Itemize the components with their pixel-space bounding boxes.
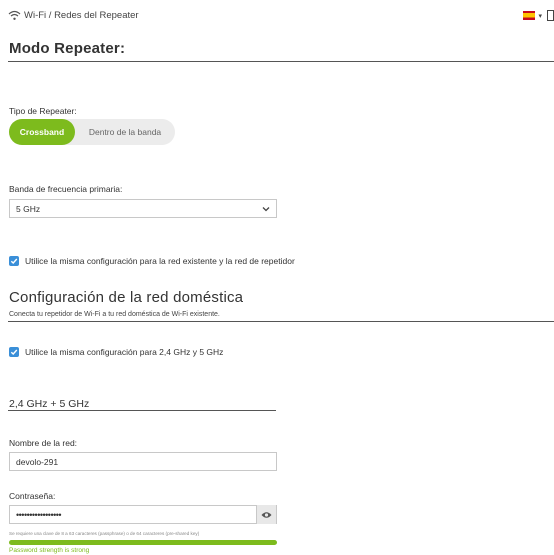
home-network-title: Configuración de la red doméstica bbox=[9, 289, 244, 306]
spain-flag-icon bbox=[523, 11, 536, 20]
repeater-type-toggle[interactable]: Crossband Dentro de la banda bbox=[9, 119, 175, 145]
same-config-bands-label: Utilice la misma configuración para 2,4 … bbox=[25, 347, 224, 357]
option-in-band[interactable]: Dentro de la banda bbox=[75, 119, 175, 145]
document-icon[interactable] bbox=[547, 10, 554, 21]
wifi-icon bbox=[8, 10, 21, 21]
network-name-input[interactable]: devolo-291 bbox=[9, 452, 277, 471]
band-section-title: 2,4 GHz + 5 GHz bbox=[9, 398, 90, 410]
divider bbox=[8, 321, 554, 322]
password-strength-text: Password strength is strong bbox=[9, 547, 90, 554]
same-config-bands-checkbox[interactable] bbox=[9, 347, 19, 357]
same-config-networks-label: Utilice la misma configuración para la r… bbox=[25, 256, 295, 266]
network-name-label: Nombre de la red: bbox=[9, 438, 78, 448]
eye-icon[interactable] bbox=[256, 505, 276, 524]
password-label: Contraseña: bbox=[9, 491, 56, 501]
chevron-down-icon bbox=[262, 205, 270, 213]
repeater-type-label: Tipo de Repeater: bbox=[9, 106, 77, 116]
home-network-subtitle: Conecta tu repetidor de Wi-Fi a tu red d… bbox=[9, 311, 220, 318]
same-config-networks-checkbox[interactable] bbox=[9, 256, 19, 266]
divider bbox=[8, 410, 276, 411]
password-hint: Se requiere una clave de 8 a 63 caracter… bbox=[9, 531, 200, 536]
divider bbox=[8, 61, 554, 62]
same-config-networks-row[interactable]: Utilice la misma configuración para la r… bbox=[9, 256, 295, 266]
network-name-value: devolo-291 bbox=[16, 456, 59, 467]
password-input[interactable]: ••••••••••••••••• bbox=[9, 505, 277, 524]
frequency-band-value: 5 GHz bbox=[16, 203, 41, 214]
option-crossband[interactable]: Crossband bbox=[9, 119, 75, 145]
password-value: ••••••••••••••••• bbox=[16, 509, 62, 520]
repeater-mode-title: Modo Repeater: bbox=[9, 40, 126, 57]
password-strength-bar bbox=[9, 540, 277, 545]
same-config-bands-row[interactable]: Utilice la misma configuración para 2,4 … bbox=[9, 347, 223, 357]
language-selector[interactable]: ▾ bbox=[523, 10, 554, 21]
frequency-band-select[interactable]: 5 GHz bbox=[9, 199, 277, 218]
language-caret: ▾ bbox=[538, 12, 542, 20]
breadcrumb-text[interactable]: Wi-Fi / Redes del Repeater bbox=[24, 10, 139, 21]
frequency-band-label: Banda de frecuencia primaria: bbox=[9, 184, 123, 194]
breadcrumb: Wi-Fi / Redes del Repeater bbox=[8, 8, 139, 22]
